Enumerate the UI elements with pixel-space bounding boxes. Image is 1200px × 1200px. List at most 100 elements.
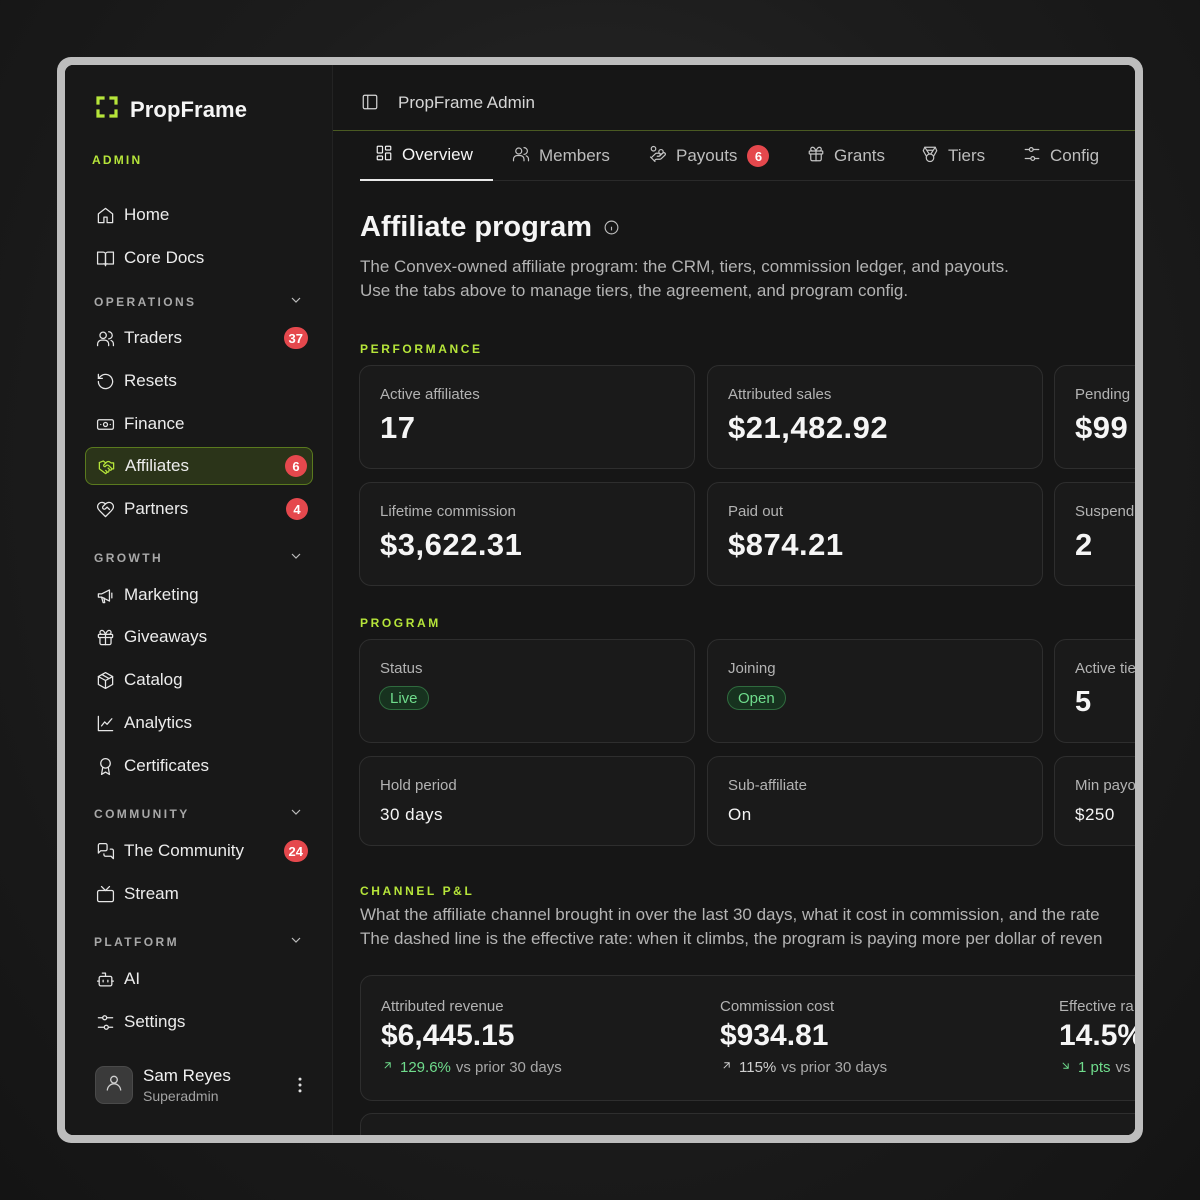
sidebar-item-traders[interactable]: Traders 37 bbox=[85, 319, 313, 357]
sidebar-item-marketing[interactable]: Marketing bbox=[85, 576, 313, 614]
reset-icon bbox=[95, 371, 115, 391]
sidebar-item-finance[interactable]: Finance bbox=[85, 405, 313, 443]
award-icon bbox=[95, 756, 115, 776]
program-card-sub-affiliate: Sub-affiliate On bbox=[707, 756, 1043, 846]
avatar bbox=[95, 1066, 133, 1104]
tab-members[interactable]: Members bbox=[497, 131, 625, 181]
stat-card-active-affiliates: Active affiliates 17 bbox=[359, 365, 695, 469]
page-title: Affiliate program bbox=[360, 211, 620, 244]
users-icon bbox=[95, 328, 115, 348]
sidebar-item-core-docs[interactable]: Core Docs bbox=[85, 239, 313, 277]
stat-card-paid-out: Paid out $874.21 bbox=[707, 482, 1043, 586]
channel-chart-card bbox=[360, 1113, 1135, 1135]
count-badge: 6 bbox=[285, 455, 307, 477]
sidebar-item-settings[interactable]: Settings bbox=[85, 1003, 313, 1041]
chevron-down-icon bbox=[288, 292, 304, 311]
stat-card-attributed-sales: Attributed sales $21,482.92 bbox=[707, 365, 1043, 469]
sidebar-item-label: Settings bbox=[124, 1012, 186, 1031]
sidebar-toggle-icon[interactable] bbox=[361, 93, 381, 113]
sidebar-item-ai[interactable]: AI bbox=[85, 960, 313, 998]
page-description: The Convex-owned affiliate program: the … bbox=[360, 257, 1009, 300]
sidebar-item-analytics[interactable]: Analytics bbox=[85, 704, 313, 742]
home-icon bbox=[95, 205, 115, 225]
tab-payouts[interactable]: Payouts 6 bbox=[634, 131, 784, 181]
sidebar-item-home[interactable]: Home bbox=[85, 196, 313, 234]
arrow-up-right-icon bbox=[381, 1059, 400, 1076]
book-icon bbox=[95, 248, 115, 268]
topbar-title: PropFrame Admin bbox=[398, 93, 535, 112]
channel-description: What the affiliate channel brought in ov… bbox=[360, 905, 1103, 948]
sidebar-item-label: Marketing bbox=[124, 585, 199, 604]
metric-commission-cost: Commission cost $934.81 115% vs prior 30… bbox=[720, 998, 888, 1076]
medal-icon bbox=[921, 145, 948, 168]
sidebar-item-the-community[interactable]: The Community 24 bbox=[85, 832, 313, 870]
metric-attributed-revenue: Attributed revenue $6,445.15 129.6% vs p… bbox=[381, 998, 562, 1076]
user-profile[interactable]: Sam Reyes Superadmin bbox=[95, 1063, 315, 1107]
sidebar-item-resets[interactable]: Resets bbox=[85, 362, 313, 400]
sidebar-item-label: The Community bbox=[124, 841, 244, 860]
stat-card-suspended: Suspend 2 bbox=[1054, 482, 1135, 586]
messages-icon bbox=[95, 841, 115, 861]
tab-overview[interactable]: Overview bbox=[360, 131, 493, 181]
tab-tiers[interactable]: Tiers bbox=[906, 131, 1000, 181]
program-card-hold-period: Hold period 30 days bbox=[359, 756, 695, 846]
banknote-icon bbox=[95, 414, 115, 434]
admin-label: ADMIN bbox=[92, 153, 143, 167]
info-icon[interactable] bbox=[592, 211, 620, 244]
sidebar-item-catalog[interactable]: Catalog bbox=[85, 661, 313, 699]
section-program: PROGRAM bbox=[360, 616, 441, 630]
user-icon bbox=[104, 1073, 124, 1098]
program-card-min-payout: Min payo $250 bbox=[1054, 756, 1135, 846]
gift-icon bbox=[807, 145, 834, 168]
count-badge: 6 bbox=[747, 145, 770, 167]
propframe-logo-icon bbox=[95, 95, 119, 124]
sidebar-item-label: Home bbox=[124, 205, 170, 224]
handshake-icon bbox=[96, 456, 116, 476]
tab-config[interactable]: Config bbox=[1008, 131, 1114, 181]
settings-sliders-icon bbox=[1023, 145, 1050, 168]
sidebar-item-stream[interactable]: Stream bbox=[85, 875, 313, 913]
section-platform[interactable]: PLATFORM bbox=[94, 932, 304, 951]
user-role: Superadmin bbox=[143, 1088, 219, 1104]
app-window: PropFrame ADMIN Home Core Docs OPERATION… bbox=[65, 65, 1135, 1135]
device-frame: PropFrame ADMIN Home Core Docs OPERATION… bbox=[57, 57, 1143, 1143]
settings-icon bbox=[95, 1012, 115, 1032]
tab-grants[interactable]: Grants bbox=[792, 131, 900, 181]
sidebar-item-giveaways[interactable]: Giveaways bbox=[85, 618, 313, 656]
more-vertical-icon[interactable] bbox=[290, 1075, 310, 1095]
topbar: PropFrame Admin bbox=[333, 65, 1135, 131]
sidebar-item-partners[interactable]: Partners 4 bbox=[85, 490, 313, 528]
metric-effective-rate: Effective ra 14.5% 1 pts vs bbox=[1059, 998, 1135, 1076]
section-channel-pl: CHANNEL P&L bbox=[360, 884, 475, 898]
sidebar-item-label: Certificates bbox=[124, 756, 210, 775]
stat-card-pending: Pending $99 bbox=[1054, 365, 1135, 469]
sidebar-item-affiliates[interactable]: Affiliates 6 bbox=[85, 447, 313, 485]
section-growth[interactable]: GROWTH bbox=[94, 548, 304, 567]
program-card-joining: Joining Open bbox=[707, 639, 1043, 743]
status-badge: Live bbox=[379, 686, 429, 710]
status-badge: Open bbox=[727, 686, 786, 710]
tv-icon bbox=[95, 884, 115, 904]
chevron-down-icon bbox=[288, 932, 304, 951]
sidebar: PropFrame ADMIN Home Core Docs OPERATION… bbox=[65, 65, 333, 1135]
brand-logo[interactable]: PropFrame bbox=[95, 95, 247, 124]
section-operations[interactable]: OPERATIONS bbox=[94, 292, 304, 311]
sidebar-item-label: Catalog bbox=[124, 670, 183, 689]
arrow-up-right-icon bbox=[720, 1059, 739, 1076]
sidebar-item-label: Analytics bbox=[124, 713, 193, 732]
sidebar-item-label: Resets bbox=[124, 371, 177, 390]
sidebar-item-label: Giveaways bbox=[124, 627, 208, 646]
count-badge: 4 bbox=[286, 498, 308, 520]
main-content: PropFrame Admin Overview Members Payouts… bbox=[333, 65, 1135, 1135]
count-badge: 37 bbox=[283, 327, 308, 349]
chevron-down-icon bbox=[288, 804, 304, 823]
section-performance: PERFORMANCE bbox=[360, 342, 483, 356]
sidebar-item-certificates[interactable]: Certificates bbox=[85, 747, 313, 785]
user-name: Sam Reyes bbox=[143, 1066, 231, 1085]
section-community[interactable]: COMMUNITY bbox=[94, 804, 304, 823]
chevron-down-icon bbox=[288, 548, 304, 567]
count-badge: 24 bbox=[283, 840, 308, 862]
arrow-down-right-icon bbox=[1059, 1059, 1078, 1076]
sidebar-item-label: Partners bbox=[124, 499, 189, 518]
box-icon bbox=[95, 670, 115, 690]
